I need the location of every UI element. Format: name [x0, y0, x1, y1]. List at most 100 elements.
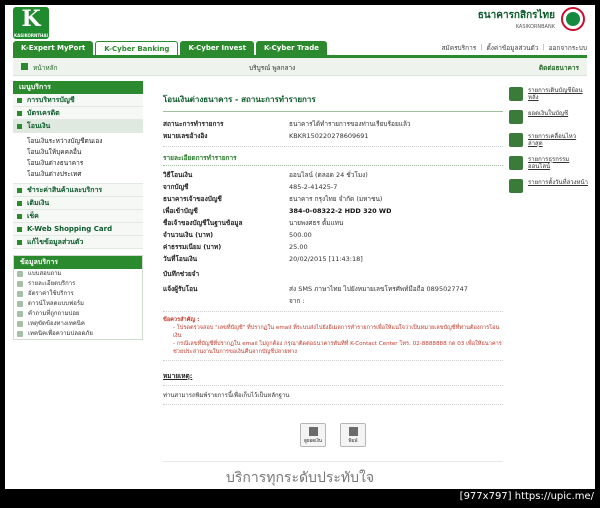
product-tabs: K-Expert MyPort K-Cyber Banking K-Cyber … — [13, 41, 329, 55]
detail-label: ชื่อเจ้าของบัญชีในฐานข้อมูล — [163, 219, 243, 227]
status-row: สถานะการทำรายการ ธนาคารได้ทำรายการของท่า… — [163, 118, 503, 130]
submenu-own-account[interactable]: โอนเงินระหว่างบัญชีตนเอง — [13, 136, 143, 147]
detail-value: 384-0-08322-2 HDD 320 WD — [289, 207, 392, 215]
register-link[interactable]: สมัครบริการ — [441, 43, 476, 53]
remark-text: ท่านสามารถพิมพ์รายการนี้เพื่อเก็บไว้เป็น… — [163, 392, 290, 399]
view-balance-button[interactable]: ดูยอดเงิน — [300, 423, 326, 447]
print-button[interactable]: พิมพ์ — [340, 423, 366, 447]
action-buttons: ดูยอดเงิน พิมพ์ — [163, 423, 503, 447]
logout-link[interactable]: ออกจากระบบ — [549, 43, 587, 53]
info-survey[interactable]: แบบสอบถาม — [14, 269, 142, 279]
rail-balance[interactable]: ยอดเงินในบัญชี — [509, 110, 589, 124]
detail-value: 500.00 — [289, 231, 312, 239]
detail-row: วันที่โอนเงิน 20/02/2015 [11:43:18] — [163, 253, 503, 265]
rail-statement[interactable]: รายการเดินบัญชีย้อนหลัง — [509, 87, 589, 101]
detail-row: เพื่อเข้าบัญชี 384-0-08322-2 HDD 320 WD — [163, 205, 503, 217]
service-info-title: ข้อมูลบริการ — [14, 256, 142, 269]
check-icon — [17, 271, 23, 277]
sms-from: จาก : — [289, 297, 305, 305]
bank-name-th: ธนาคารกสิกรไทย — [477, 10, 555, 21]
wallet-icon — [309, 427, 318, 436]
right-rail: รายการเดินบัญชีย้อนหลัง ยอดเงินในบัญชี ร… — [509, 87, 589, 202]
detail-section-title: รายละเอียดการทำรายการ — [163, 153, 503, 166]
sidebar-item-bill-payment[interactable]: ชำระค่าสินค้าและบริการ — [13, 184, 143, 197]
info-details[interactable]: รายละเอียดบริการ — [14, 279, 142, 289]
sidebar-item-cheque[interactable]: เช็ค — [13, 210, 143, 223]
sidebar-item-label: เช็ค — [27, 212, 39, 220]
important-note: ข้อควรสำคัญ : - โปรดตรวจสอบ "เลขที่บัญชี… — [163, 316, 503, 356]
detail-value: ออนไลน์ (ตลอด 24 ชั่วโมง) — [289, 171, 368, 179]
question-icon — [17, 311, 23, 317]
page-frame: K KASIKORNTHAI ธนาคารกสิกรไทย KASIKORNBA… — [5, 5, 595, 489]
sidebar-item-label: แก้ไขข้อมูลส่วนตัว — [27, 238, 84, 246]
rail-label: รายการตั้งวันที่ล่วงหน้า — [528, 179, 588, 186]
logo-subtext: KASIKORNTHAI — [14, 33, 48, 38]
info-label: เหตุขัดข้องทางเทคนิค — [28, 320, 85, 327]
sidebar-item-account[interactable]: การบริหารบัญชี — [13, 94, 143, 107]
status-value: ธนาคารได้ทำรายการของท่านเรียบร้อยแล้ว — [289, 120, 411, 128]
kbank-logo[interactable]: K KASIKORNTHAI — [13, 6, 49, 39]
header: K KASIKORNTHAI ธนาคารกสิกรไทย KASIKORNBA… — [5, 5, 595, 40]
page-title: โอนเงินต่างธนาคาร - สถานะการทำรายการ — [163, 93, 503, 112]
warning-icon — [17, 321, 23, 327]
download-icon — [17, 301, 23, 307]
info-label: แบบสอบถาม — [28, 270, 62, 277]
transfer-submenu: โอนเงินระหว่างบัญชีตนเอง โอนเงินให้บุคคล… — [13, 133, 143, 184]
settings-link[interactable]: ตั้งค่าข้อมูลส่วนตัว — [486, 43, 538, 53]
detail-row: ค่าธรรมเนียม (บาท) 25.00 — [163, 241, 503, 253]
info-faq[interactable]: คำถามที่ถูกถามบ่อย — [14, 309, 142, 319]
submenu-other-person[interactable]: โอนเงินให้บุคคลอื่น — [13, 147, 143, 158]
main-content: โอนเงินต่างธนาคาร - สถานะการทำรายการ สถา… — [163, 93, 503, 447]
info-tech-issue[interactable]: เหตุขัดข้องทางเทคนิค — [14, 319, 142, 329]
home-link[interactable]: หน้าหลัก — [33, 63, 58, 73]
tab-k-cyber-banking[interactable]: K-Cyber Banking — [95, 41, 179, 55]
sub-bar: หน้าหลัก บริบูรณ์ พูลกลาง ติดต่อธนาคาร — [13, 58, 587, 76]
sidebar-menu-title: เมนูบริการ — [13, 81, 143, 94]
note-line-1: - โปรดตรวจสอบ "เลขที่บัญชี" ที่ปรากฏใน e… — [173, 325, 500, 339]
document-icon — [17, 291, 23, 297]
sidebar-item-credit-card[interactable]: บัตรเครดิต — [13, 107, 143, 120]
detail-row: จำนวนเงิน (บาท) 500.00 — [163, 229, 503, 241]
rail-online[interactable]: รายการธุรกรรมออนไลน์ — [509, 156, 589, 170]
remark-title: หมายเหตุ: — [163, 372, 193, 380]
plus-icon — [17, 214, 22, 219]
info-fees[interactable]: อัตราค่าใช้บริการ — [14, 289, 142, 299]
printer-icon — [349, 427, 358, 436]
clock-icon — [509, 179, 523, 193]
detail-label: ธนาคารเจ้าของบัญชี — [163, 195, 222, 203]
info-label: คำถามที่ถูกถามบ่อย — [28, 310, 80, 317]
sidebar-item-k-web-shopping[interactable]: K-Web Shopping Card — [13, 223, 143, 236]
submenu-other-bank[interactable]: โอนเงินต่างธนาคาร — [13, 158, 143, 169]
sms-from-row: จาก : — [163, 295, 503, 307]
home-icon[interactable] — [21, 63, 28, 70]
tab-k-expert-myport[interactable]: K-Expert MyPort — [13, 41, 94, 55]
plus-icon — [17, 111, 22, 116]
button-label: ดูยอดเงิน — [304, 439, 322, 444]
info-label: เทคนิคเพื่อความปลอดภัย — [28, 330, 93, 337]
info-download[interactable]: ดาวน์โหลดแบบฟอร์ม — [14, 299, 142, 309]
note-line-2: - กรณีเลขที่บัญชีที่ปรากฏใน email ไม่ถูก… — [173, 341, 502, 355]
tab-k-cyber-invest[interactable]: K-Cyber Invest — [180, 41, 254, 55]
plus-icon — [17, 227, 22, 232]
sidebar-item-transfer[interactable]: โอนเงิน — [13, 120, 143, 133]
sidebar-item-label: บัตรเครดิต — [27, 109, 60, 117]
rail-recent[interactable]: รายการเคลื่อนไหวล่าสุด — [509, 133, 589, 147]
bank-name-en: KASIKORNBANK — [515, 24, 555, 30]
sidebar-item-topup[interactable]: เติมเงิน — [13, 197, 143, 210]
plus-icon — [17, 201, 22, 206]
rail-scheduled[interactable]: รายการตั้งวันที่ล่วงหน้า — [509, 179, 589, 193]
plus-icon — [17, 188, 22, 193]
sidebar-item-label: การบริหารบัญชี — [27, 96, 75, 104]
submenu-overseas[interactable]: โอนเงินต่างประเทศ — [13, 169, 143, 180]
contact-link[interactable]: ติดต่อธนาคาร — [539, 63, 579, 73]
info-security[interactable]: เทคนิคเพื่อความปลอดภัย — [14, 329, 142, 339]
sidebar-item-profile[interactable]: แก้ไขข้อมูลส่วนตัว — [13, 236, 143, 249]
tab-k-cyber-trade[interactable]: K-Cyber Trade — [255, 41, 327, 55]
footer-divider — [163, 461, 503, 462]
minus-icon — [17, 124, 22, 129]
rail-label: ยอดเงินในบัญชี — [528, 110, 569, 117]
image-watermark: [977x797] https://upic.me/ — [459, 491, 594, 502]
top-links: สมัครบริการ | ตั้งค่าข้อมูลส่วนตัว | ออกจา… — [441, 43, 587, 53]
info-label: ดาวน์โหลดแบบฟอร์ม — [28, 300, 85, 307]
ref-value: KBKR150220278609691 — [289, 132, 369, 140]
